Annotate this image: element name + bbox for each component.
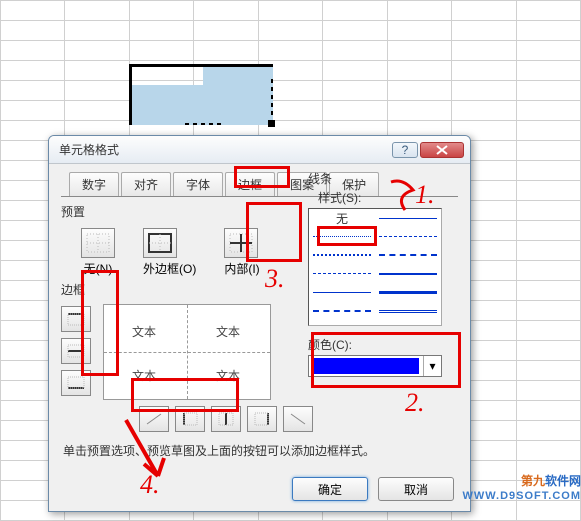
style-7[interactable] (379, 269, 437, 279)
style-5[interactable] (379, 250, 437, 260)
dialog-title: 单元格格式 (59, 141, 390, 158)
preview-text: 文本 (132, 323, 156, 340)
style-2[interactable] (313, 232, 371, 242)
style-3[interactable] (379, 232, 437, 242)
style-6[interactable] (313, 269, 371, 279)
style-10[interactable] (313, 306, 371, 316)
border-diag-up-button[interactable] (139, 406, 169, 432)
preset-none[interactable]: 无(N) (81, 228, 115, 277)
fill-handle[interactable] (268, 120, 275, 127)
color-dropdown[interactable]: ▾ (308, 355, 442, 377)
preview-text: 文本 (216, 323, 240, 340)
style-9[interactable] (379, 288, 437, 298)
border-top-button[interactable] (61, 306, 91, 332)
preset-none-icon (81, 228, 115, 258)
lines-label: 线条 (308, 170, 452, 187)
ok-button[interactable]: 确定 (292, 477, 368, 501)
line-style-list[interactable]: 无 (308, 208, 442, 326)
tab-number[interactable]: 数字 (69, 172, 119, 196)
close-button[interactable] (420, 142, 464, 158)
help-button[interactable]: ? (392, 142, 418, 158)
format-cells-dialog: 单元格格式 ? 数字 对齐 字体 边框 图案 保护 预置 无(N) (48, 135, 471, 512)
preset-none-label: 无(N) (81, 260, 115, 277)
preset-outline[interactable]: 外边框(O) (143, 228, 196, 277)
border-preview[interactable]: 文本 文本 文本 文本 (103, 304, 271, 400)
watermark: 第九软件网 WWW.D9SOFT.COM (463, 472, 581, 502)
preset-inside-label: 内部(I) (224, 260, 259, 277)
style-none[interactable]: 无 (313, 213, 371, 223)
lines-group: 线条 样式(S): 无 颜色(C): ▾ (308, 170, 452, 377)
tab-font[interactable]: 字体 (173, 172, 223, 196)
color-label: 颜色(C): (308, 336, 452, 353)
border-hmid-button[interactable] (61, 338, 91, 364)
style-label: 样式(S): (318, 189, 452, 206)
tab-alignment[interactable]: 对齐 (121, 172, 171, 196)
cancel-button[interactable]: 取消 (378, 477, 454, 501)
border-vmid-button[interactable] (211, 406, 241, 432)
preview-text: 文本 (216, 367, 240, 384)
style-4[interactable] (313, 250, 371, 260)
preset-inside-icon (224, 228, 258, 258)
hint-text: 单击预置选项、预览草图及上面的按钮可以添加边框样式。 (63, 442, 456, 460)
dialog-titlebar[interactable]: 单元格格式 ? (49, 136, 470, 164)
style-8[interactable] (313, 288, 371, 298)
preset-outline-icon (143, 228, 177, 258)
color-swatch (313, 358, 419, 374)
dropdown-arrow-icon: ▾ (423, 356, 441, 376)
selection-range[interactable] (129, 64, 273, 125)
border-diag-down-button[interactable] (283, 406, 313, 432)
preset-inside[interactable]: 内部(I) (224, 228, 259, 277)
border-right-button[interactable] (247, 406, 277, 432)
preset-outline-label: 外边框(O) (143, 260, 196, 277)
border-bottom-button[interactable] (61, 370, 91, 396)
preview-text: 文本 (132, 367, 156, 384)
style-11[interactable] (379, 306, 437, 316)
border-left-button[interactable] (175, 406, 205, 432)
style-1[interactable] (379, 213, 437, 223)
tab-border[interactable]: 边框 (225, 172, 275, 196)
